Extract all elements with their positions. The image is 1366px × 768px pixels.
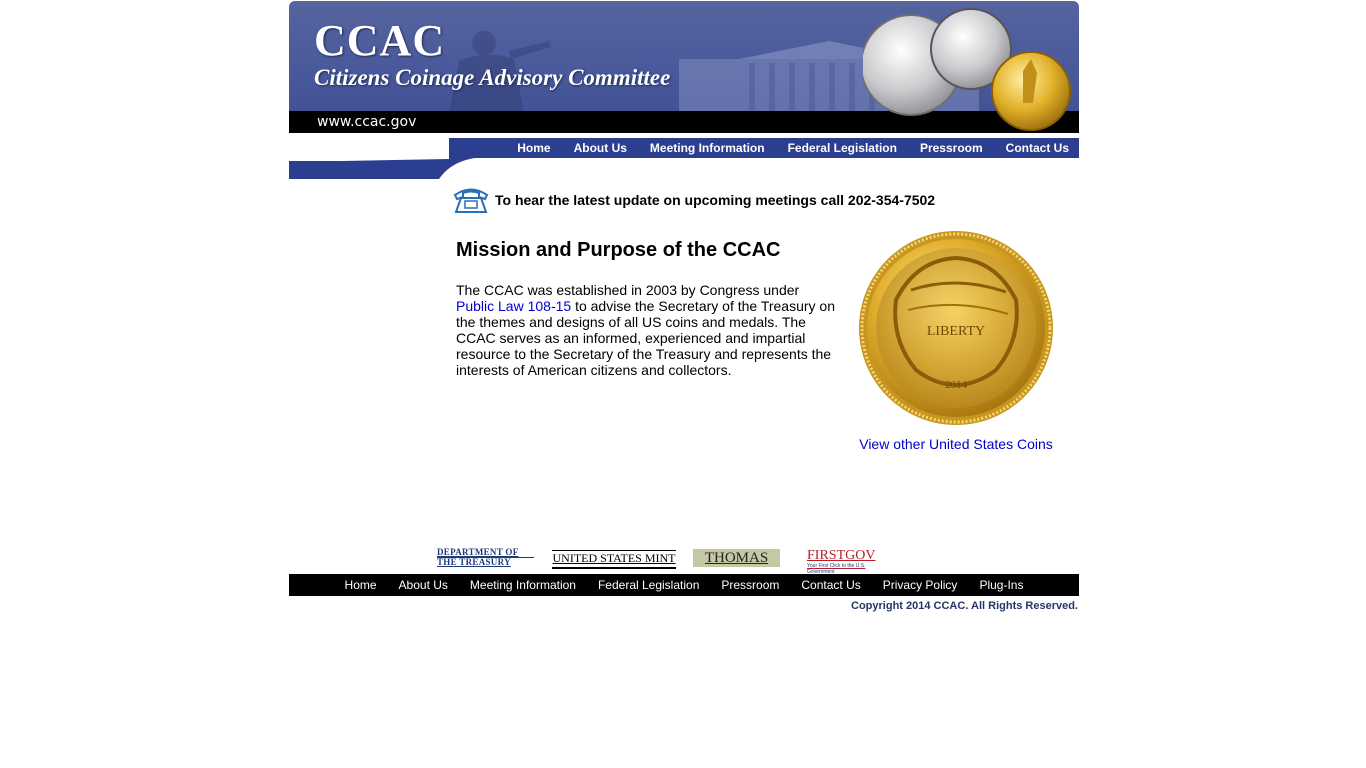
footer-meeting-information[interactable]: Meeting Information [470, 578, 576, 592]
footer-about-us[interactable]: About Us [399, 578, 448, 592]
mission-text: The CCAC was established in 2003 by Cong… [456, 282, 841, 378]
us-mint-logo[interactable]: UNITED STATES MINT [552, 550, 676, 569]
nav-pressroom[interactable]: Pressroom [920, 141, 983, 155]
coin-inscription-text: LIBERTY [927, 324, 985, 339]
mission-heading: Mission and Purpose of the CCAC [456, 239, 781, 261]
copyright-text: Copyright 2014 CCAC. All Rights Reserved… [851, 600, 1078, 612]
footer-federal-legislation[interactable]: Federal Legislation [598, 578, 699, 592]
footer-contact-us[interactable]: Contact Us [801, 578, 860, 592]
treasury-logo-line2: THE TREASURY [437, 557, 511, 567]
telephone-icon [453, 188, 489, 213]
mission-section: Mission and Purpose of the CCAC The CCAC… [456, 239, 841, 378]
view-coins-link[interactable]: View other United States Coins [856, 436, 1056, 452]
coins-image [863, 8, 1071, 131]
firstgov-logo-text: FIRSTGOV [807, 548, 876, 563]
site-subtitle: Citizens Coinage Advisory Committee [314, 65, 671, 90]
gold-coin-image: LIBERTY 2014 [859, 231, 1053, 425]
featured-coin: LIBERTY 2014 View other United States Co… [856, 230, 1056, 452]
firstgov-logo[interactable]: FIRSTGOV Your First Click to the U.S. Go… [807, 548, 887, 576]
phone-announcement-text: To hear the latest update on upcoming me… [495, 192, 936, 208]
treasury-logo[interactable]: DEPARTMENT OF THE TREASURY [437, 548, 534, 570]
thomas-logo[interactable]: THOMAS [693, 549, 780, 567]
site-url: www.ccac.gov [317, 114, 417, 130]
site-title: CCAC [314, 16, 446, 65]
top-nav-area: Home About Us Meeting Information Federa… [289, 133, 1079, 181]
site-container: CCAC Citizens Coinage Advisory Committee… [289, 1, 1079, 612]
header-banner: CCAC Citizens Coinage Advisory Committee… [289, 1, 1079, 133]
footer-plug-ins[interactable]: Plug-Ins [979, 578, 1023, 592]
nav-home[interactable]: Home [517, 141, 550, 155]
top-nav: Home About Us Meeting Information Federa… [449, 138, 1079, 158]
footer-pressroom[interactable]: Pressroom [721, 578, 779, 592]
coin-year-text: 2014 [945, 379, 968, 391]
footer-home[interactable]: Home [345, 578, 377, 592]
phone-announcement: To hear the latest update on upcoming me… [452, 186, 935, 214]
nav-meeting-information[interactable]: Meeting Information [650, 141, 765, 155]
nav-about-us[interactable]: About Us [574, 141, 627, 155]
footer-nav: Home About Us Meeting Information Federa… [289, 574, 1079, 596]
mission-text-intro: The CCAC was established in 2003 by Cong… [456, 282, 800, 298]
nav-contact-us[interactable]: Contact Us [1006, 141, 1069, 155]
footer-privacy-policy[interactable]: Privacy Policy [883, 578, 958, 592]
partner-logos: DEPARTMENT OF THE TREASURY UNITED STATES… [437, 548, 897, 576]
nav-federal-legislation[interactable]: Federal Legislation [788, 141, 897, 155]
public-law-link[interactable]: Public Law 108-15 [456, 298, 571, 314]
